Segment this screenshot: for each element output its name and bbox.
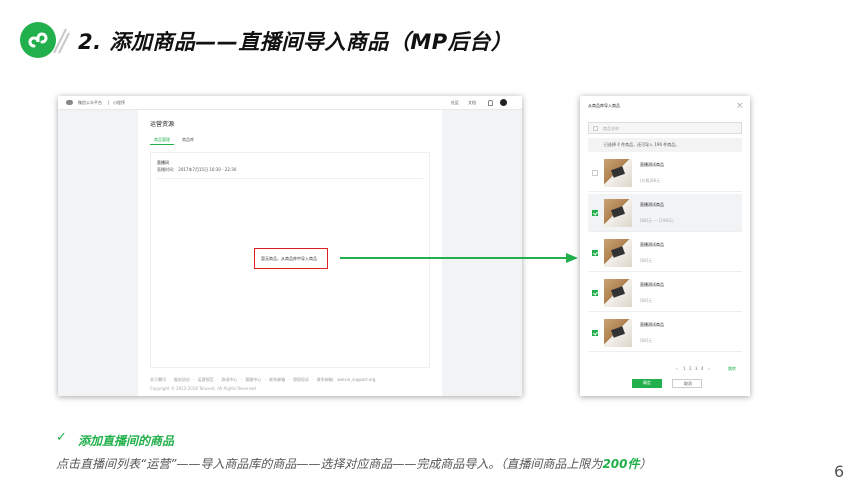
selection-info: 已选择 4 件商品，还可导入 196 件商品。 [604,142,680,147]
product-checkbox[interactable] [592,290,598,296]
footer-links: 关于腾讯 · 服务协议 · 运营规范 · 辟谣中心 · 客服中心 · 联系邮箱 … [150,377,376,382]
caption-limit: 200件 [602,457,640,471]
topbar-link-community[interactable]: 社区 [451,101,459,105]
pagination-page-4[interactable]: 4 [701,366,704,371]
footer-link-mail[interactable]: 联系邮箱 [269,377,285,382]
product-thumbnail [604,199,632,227]
product-item[interactable]: 直播测试商品 [88]元 [588,234,742,272]
product-name: 直播测试商品 [640,202,664,207]
room-label: 直播间 [157,160,169,165]
caption-end: ） [639,457,652,471]
copyright: Copyright © 2012-2018 Tencent. All Right… [150,386,258,391]
divider [157,178,423,179]
product-price: [88]元 [640,298,653,303]
cancel-label: 取消 [684,381,692,386]
topbar-link-docs[interactable]: 文档 [468,101,476,105]
search-input[interactable]: 商品名称 [588,122,742,134]
product-item[interactable]: 直播测试商品 [价格]88元 [588,154,742,192]
wechat-icon [66,100,73,105]
empty-import-link[interactable]: 暂无商品，从商品库中导入商品 [261,257,317,261]
product-checkbox[interactable] [592,210,598,216]
pagination-next[interactable]: › [708,366,710,371]
product-name: 直播测试商品 [640,162,664,167]
tab-product-library[interactable]: 商品库 [182,138,194,142]
active-tab-indicator [150,144,174,145]
product-item[interactable]: 直播测试商品 [88]元 — [198]元 [588,194,742,232]
import-products-highlight[interactable]: 暂无商品，从商品库中导入商品 [254,248,328,269]
footer-link-service[interactable]: 客服中心 [245,377,261,382]
decorative-stripes [53,28,70,54]
import-dialog: 从商品库导入商品 × 商品名称 已选择 4 件商品，还可导入 196 件商品。 … [580,96,750,396]
product-thumbnail [604,279,632,307]
product-thumbnail [604,239,632,267]
mp-admin-screenshot: 微信公众平台 | 小程序 社区 文档 运营资源 商品管理 商品库 直播间 直播时… [58,96,522,396]
product-item[interactable]: 直播测试商品 [88]元 [588,274,742,312]
product-name: 直播测试商品 [640,242,664,247]
select-all-checkbox[interactable] [593,126,598,131]
bell-icon[interactable] [488,100,493,106]
avatar[interactable] [500,99,507,106]
product-checkbox[interactable] [592,250,598,256]
breadcrumb-separator: | [108,100,110,105]
footer-link-rumor[interactable]: 辟谣中心 [221,377,237,382]
footer-link-complaint[interactable]: 侵权投诉 [293,377,309,382]
flow-arrow [340,253,578,263]
check-icon: ✓ [56,430,67,445]
subheading: 添加直播间的商品 [78,434,175,448]
mp-topbar: 微信公众平台 | 小程序 社区 文档 [58,96,522,110]
dialog-title: 从商品库导入商品 [588,103,620,108]
footer-link-email[interactable]: 联系邮箱: weixin_support.org [317,377,376,382]
product-checkbox[interactable] [592,330,598,336]
live-time: 直播时间： 2017年7月15日 10:30 - 22:30 [157,167,237,172]
footer-link-about[interactable]: 关于腾讯 [150,377,166,382]
pagination-prev[interactable]: ‹ [676,366,678,371]
platform-name: 微信公众平台 [78,100,102,105]
product-checkbox[interactable] [592,170,598,176]
selection-banner: 已选择 4 件商品，还可导入 196 件商品。 [588,138,742,152]
search-placeholder: 商品名称 [603,126,619,131]
pagination-jump[interactable]: 跳转 [728,366,736,372]
confirm-label: 确定 [643,380,651,385]
close-icon[interactable]: × [736,102,744,111]
mini-program-logo-icon [20,22,56,58]
cancel-button[interactable]: 取消 [672,379,702,388]
pagination-page-3[interactable]: 3 [695,366,698,371]
product-name: 直播测试商品 [640,282,664,287]
product-price: [88]元 [640,338,653,343]
pagination-page-1[interactable]: 1 [683,366,686,371]
product-price: [价格]88元 [640,178,661,183]
product-name: 直播测试商品 [640,322,664,327]
product-price: [88]元 [640,258,653,263]
product-item[interactable]: 直播测试商品 [88]元 [588,314,742,352]
pagination-page-2[interactable]: 2 [689,366,692,371]
tab-product-manage[interactable]: 商品管理 [154,138,170,142]
confirm-button[interactable]: 确定 [632,379,662,388]
footer-link-rules[interactable]: 运营规范 [198,377,214,382]
footer-link-agreement[interactable]: 服务协议 [174,377,190,382]
page-title: 运营资源 [150,121,175,128]
product-thumbnail [604,319,632,347]
product-price: [88]元 — [198]元 [640,218,674,223]
slide-title: 2. 添加商品——直播间导入商品（MP后台） [78,30,513,54]
breadcrumb-section[interactable]: 小程序 [113,101,125,105]
page-number: 6 [834,462,845,481]
product-thumbnail [604,159,632,187]
caption-main: 点击直播间列表“运营”——导入商品库的商品——选择对应商品——完成商品导入。（直… [56,457,603,471]
caption: 点击直播间列表“运营”——导入商品库的商品——选择对应商品——完成商品导入。（直… [56,455,652,472]
